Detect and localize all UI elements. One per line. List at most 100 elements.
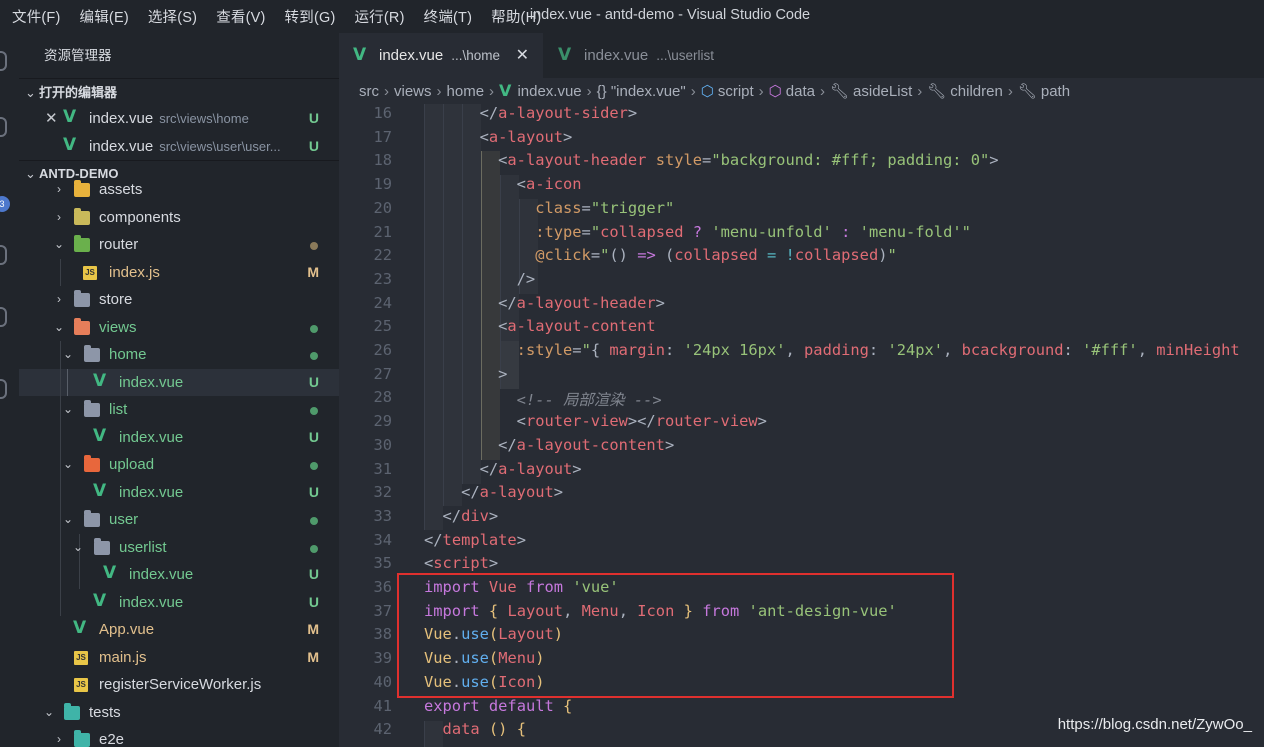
explorer-sidebar: 资源管理器 ⌄ 打开的编辑器 ✕ V index.vue src\views\hom… <box>19 33 339 747</box>
breadcrumb-item[interactable]: asideList <box>853 83 912 100</box>
tree-folder-tests[interactable]: ⌄ tests <box>19 699 339 727</box>
line-number: 29 <box>373 412 392 431</box>
search-icon[interactable] <box>0 117 7 137</box>
line-number: 24 <box>373 293 392 312</box>
line-number: 36 <box>373 578 392 596</box>
tree-file-app-vue[interactable]: V App.vue M <box>19 616 339 644</box>
tree-folder-assets[interactable]: › assets <box>19 176 339 204</box>
code-line: @click="() => (collapsed = !collapsed)" <box>535 246 897 265</box>
tree-folder-router[interactable]: ⌄ router <box>19 231 339 259</box>
code-line: </div> <box>424 506 499 525</box>
code-line: </a-layout> <box>424 483 564 502</box>
vue-file-icon: V <box>93 425 107 446</box>
breadcrumb-item[interactable]: {} "index.vue" <box>597 83 686 100</box>
vue-file-icon: V <box>63 107 77 127</box>
breadcrumb-item[interactable]: views <box>394 83 432 100</box>
open-editor-item[interactable]: ✕ V index.vue src\views\home U <box>19 105 339 133</box>
git-status-untracked: U <box>308 593 319 610</box>
explorer-icon[interactable] <box>0 51 7 71</box>
tree-folder-upload[interactable]: ⌄ upload <box>19 451 339 479</box>
line-number: 18 <box>373 151 392 170</box>
line-number: 23 <box>373 269 392 288</box>
code-line: /> <box>424 269 536 288</box>
open-editor-item[interactable]: V index.vue src\views\user\user... U <box>19 133 339 161</box>
code-line: </a-layout-sider> <box>424 104 638 122</box>
code-line: Vue.use(Layout) <box>424 625 564 644</box>
folder-icon <box>74 235 90 252</box>
chevron-down-icon: ⌄ <box>43 704 55 719</box>
tree-folder-list[interactable]: ⌄ list <box>19 396 339 424</box>
open-editors-header[interactable]: ⌄ 打开的编辑器 <box>19 78 339 105</box>
code-line: <!-- 局部渲染 --> <box>516 391 662 410</box>
chevron-right-icon: › <box>57 732 61 746</box>
code-line: Vue.use(Icon) <box>424 672 545 691</box>
code-line: </a-layout-content> <box>424 435 675 454</box>
tree-folder-user[interactable]: ⌄ user <box>19 506 339 534</box>
modified-dot <box>310 242 318 250</box>
breadcrumb-item[interactable]: children <box>950 83 1003 100</box>
tree-file-register-service-worker[interactable]: JS registerServiceWorker.js <box>19 671 339 699</box>
tree-file-upload-index-vue[interactable]: V index.vue U <box>19 478 339 506</box>
untracked-dot <box>310 544 318 553</box>
code-line: import Vue from 'vue' <box>424 578 619 596</box>
line-number: 40 <box>373 672 392 691</box>
source-control-badge[interactable]: 3 <box>0 196 10 212</box>
code-line: </a-layout> <box>424 459 582 478</box>
cube-icon: ⬡ <box>768 83 782 100</box>
code-line: Vue.use(Menu) <box>424 649 545 668</box>
tree-folder-store[interactable]: › store <box>19 286 339 314</box>
chevron-right-icon: › <box>57 209 61 224</box>
line-number: 39 <box>373 649 392 668</box>
wrench-icon: 🔧︎ <box>829 83 850 100</box>
line-number: 19 <box>373 175 392 194</box>
vue-file-icon: V <box>93 590 107 611</box>
debug-icon[interactable] <box>0 245 7 265</box>
tree-file-user-index-vue[interactable]: V index.vue U <box>19 588 339 616</box>
vue-file-icon: V <box>93 370 107 391</box>
extensions-icon[interactable] <box>0 307 7 327</box>
tree-folder-views[interactable]: ⌄ views <box>19 314 339 342</box>
git-status-modified: M <box>307 648 319 665</box>
tab-userlist-index-vue[interactable]: V index.vue ...\userlist <box>544 33 756 78</box>
breadcrumb-item[interactable]: script <box>718 83 754 100</box>
code-editor[interactable]: 16 17 18 19 20 21 22 23 24 25 26 27 28 2… <box>339 104 1264 747</box>
breadcrumb-item[interactable]: home <box>447 83 485 100</box>
tab-home-index-vue[interactable]: V index.vue ...\home ✕ <box>339 33 543 78</box>
chevron-down-icon: ⌄ <box>62 512 74 526</box>
tree-folder-userlist[interactable]: ⌄ userlist <box>19 533 339 561</box>
tree-folder-home[interactable]: ⌄ home <box>19 341 339 369</box>
tree-folder-e2e[interactable]: › e2e <box>19 726 339 747</box>
code-line: > <box>424 364 508 383</box>
code-line: <a-layout-content <box>424 317 656 336</box>
tree-file-userlist-index-vue[interactable]: V index.vue U <box>19 561 339 589</box>
line-number: 42 <box>373 720 392 739</box>
close-icon[interactable]: ✕ <box>45 105 58 133</box>
breadcrumb-item[interactable]: index.vue <box>517 83 581 100</box>
untracked-dot <box>310 407 318 415</box>
close-icon[interactable]: ✕ <box>516 33 529 78</box>
wrench-icon: 🔧︎ <box>1017 83 1037 100</box>
tree-file-main-js[interactable]: JS main.js M <box>19 644 339 672</box>
tree-folder-components[interactable]: › components <box>19 204 339 232</box>
breadcrumb-item[interactable]: path <box>1041 83 1070 100</box>
tree-file-index-js[interactable]: JS index.js M <box>19 258 339 286</box>
tree-file-home-index-vue[interactable]: V index.vue U <box>19 368 339 396</box>
line-number: 25 <box>373 317 392 336</box>
code-line: </a-layout-header> <box>424 293 665 312</box>
git-status-untracked: U <box>308 428 319 445</box>
window-title: index.vue - antd-demo - Visual Studio Co… <box>529 7 811 23</box>
breadcrumb-item[interactable]: data <box>786 83 815 100</box>
line-number: 27 <box>373 364 392 383</box>
line-number: 22 <box>373 246 392 265</box>
folder-icon <box>84 455 100 472</box>
remote-icon[interactable] <box>0 379 7 399</box>
tree-file-list-index-vue[interactable]: V index.vue U <box>19 423 339 451</box>
line-number: 35 <box>373 554 392 573</box>
line-number: 26 <box>373 341 392 359</box>
vue-file-icon: V <box>63 134 77 155</box>
breadcrumb-item[interactable]: src <box>359 83 379 100</box>
line-number: 20 <box>373 198 392 217</box>
vue-file-icon: V <box>558 45 572 65</box>
untracked-dot <box>310 517 318 525</box>
folder-icon <box>74 290 90 307</box>
